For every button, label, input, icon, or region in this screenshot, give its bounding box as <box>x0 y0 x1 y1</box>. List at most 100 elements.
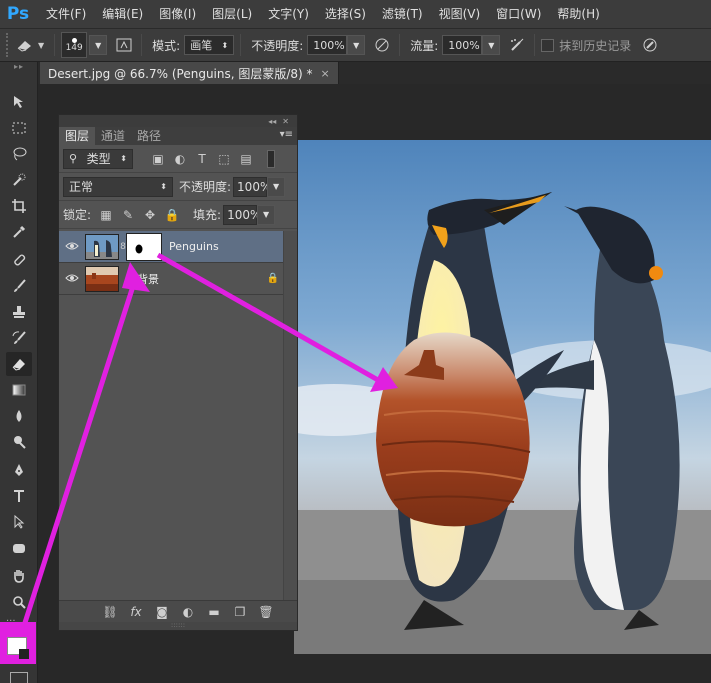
new-layer-icon[interactable]: ❐ <box>227 605 253 619</box>
chevron-updown-icon: ⬍ <box>221 40 229 50</box>
add-mask-icon[interactable]: ◙ <box>149 605 175 619</box>
panel-resize-grip[interactable]: :::::: <box>59 622 297 630</box>
airbrush-icon[interactable] <box>506 34 528 56</box>
fx-icon[interactable]: fx <box>123 605 149 619</box>
quick-mask-icon[interactable] <box>10 672 28 683</box>
lock-label: 锁定: <box>63 208 92 222</box>
erase-to-history-checkbox[interactable] <box>541 38 555 52</box>
brush-size-dropdown[interactable]: ▼ <box>89 35 108 55</box>
options-grip[interactable] <box>6 33 14 57</box>
document-canvas[interactable] <box>294 140 711 654</box>
link-layers-icon[interactable]: ⛓ <box>97 605 123 619</box>
pressure-size-icon[interactable] <box>639 34 661 56</box>
filter-type-icon[interactable]: T <box>191 149 213 169</box>
filter-type-select[interactable]: ⚲ 类型 ⬍ <box>63 148 133 169</box>
brush-size-value: 149 <box>65 42 83 53</box>
layer-opacity-input[interactable]: 100% <box>233 176 271 197</box>
tab-layers[interactable]: 图层 <box>59 127 96 145</box>
brush-panel-icon[interactable] <box>113 34 135 56</box>
menu-edit[interactable]: 编辑(E) <box>92 0 149 28</box>
flow-input[interactable]: 100% <box>442 35 483 55</box>
adjustment-layer-icon[interactable]: ◐ <box>175 605 201 619</box>
dodge-tool-icon[interactable] <box>6 430 32 454</box>
menu-file[interactable]: 文件(F) <box>36 0 92 28</box>
layer-mask-thumbnail[interactable] <box>126 232 162 261</box>
blend-mode-select[interactable]: 正常 ⬍ <box>63 176 173 197</box>
fill-dropdown[interactable]: ▼ <box>257 204 276 225</box>
eye-icon[interactable] <box>59 240 85 254</box>
erase-to-history-label: 抹到历史记录 <box>559 38 632 53</box>
marquee-tool-icon[interactable] <box>6 116 32 140</box>
path-selection-tool-icon[interactable] <box>6 510 32 534</box>
eye-icon[interactable] <box>59 272 85 286</box>
opacity-dropdown[interactable]: ▼ <box>347 35 366 55</box>
type-tool-icon[interactable] <box>6 484 32 508</box>
lock-position-icon[interactable]: ✥ <box>139 205 161 225</box>
lock-transparent-icon[interactable]: ▦ <box>95 205 117 225</box>
menu-view[interactable]: 视图(V) <box>429 0 487 28</box>
blur-tool-icon[interactable] <box>6 404 32 428</box>
lasso-tool-icon[interactable] <box>6 142 32 166</box>
menu-window[interactable]: 窗口(W) <box>486 0 547 28</box>
layer-thumbnail-penguins[interactable] <box>85 233 119 260</box>
brush-size-picker[interactable]: 149 <box>61 32 88 58</box>
preset-dropdown-icon[interactable]: ▼ <box>38 41 44 50</box>
filter-adjustment-icon[interactable]: ◐ <box>169 149 191 169</box>
new-group-icon[interactable]: ▬ <box>201 605 227 619</box>
move-tool-icon[interactable] <box>6 90 32 114</box>
delete-layer-icon[interactable]: 🗑 <box>253 605 279 619</box>
clone-stamp-tool-icon[interactable] <box>6 300 32 324</box>
collapse-icon[interactable]: ◂◂ <box>268 117 276 126</box>
flow-dropdown[interactable]: ▼ <box>482 35 501 55</box>
tab-channels[interactable]: 通道 <box>95 127 131 145</box>
panel-menu-icon[interactable]: ▾≡ <box>280 129 293 140</box>
fill-input[interactable]: 100% <box>223 204 261 225</box>
gradient-tool-icon[interactable] <box>6 378 32 402</box>
link-icon[interactable]: 8 <box>120 242 126 252</box>
layer-name-penguins[interactable]: Penguins <box>169 240 219 253</box>
menu-filter[interactable]: 滤镜(T) <box>372 0 429 28</box>
close-panel-icon[interactable]: ✕ <box>282 117 289 126</box>
background-color-swatch[interactable] <box>19 649 29 659</box>
history-brush-tool-icon[interactable] <box>6 326 32 350</box>
divider <box>534 34 536 56</box>
zoom-tool-icon[interactable] <box>6 590 32 614</box>
shape-tool-icon[interactable] <box>6 536 32 560</box>
menu-image[interactable]: 图像(I) <box>149 0 202 28</box>
eraser-tool-icon[interactable] <box>6 352 32 376</box>
filter-toggle[interactable] <box>267 149 275 168</box>
toolbox-grip[interactable]: ▸▸ <box>0 62 38 76</box>
tools-panel: ▸▸ <box>0 62 38 683</box>
lock-all-icon[interactable]: 🔒 <box>161 205 183 225</box>
pen-tool-icon[interactable] <box>6 458 32 482</box>
filter-pixel-icon[interactable]: ▣ <box>147 149 169 169</box>
layer-row-penguins[interactable]: 8 Penguins <box>59 231 297 263</box>
pressure-opacity-icon[interactable] <box>371 34 393 56</box>
lock-image-icon[interactable]: ✎ <box>117 205 139 225</box>
layer-opacity-dropdown[interactable]: ▼ <box>267 176 286 197</box>
panel-collapse-bar[interactable]: ◂◂ ✕ <box>59 115 297 127</box>
close-icon[interactable]: × <box>321 67 330 80</box>
menu-help[interactable]: 帮助(H) <box>547 0 605 28</box>
tab-paths[interactable]: 路径 <box>131 127 167 145</box>
healing-brush-tool-icon[interactable] <box>6 248 32 272</box>
mode-select[interactable]: 画笔 ⬍ <box>184 35 235 55</box>
opacity-input[interactable]: 100% <box>307 35 348 55</box>
hand-tool-icon[interactable] <box>6 564 32 588</box>
layer-thumbnail-background[interactable] <box>85 265 119 292</box>
quick-selection-tool-icon[interactable] <box>6 168 32 192</box>
menu-select[interactable]: 选择(S) <box>315 0 372 28</box>
photoshop-logo[interactable]: Ps <box>0 0 36 28</box>
filter-smart-object-icon[interactable]: ▤ <box>235 149 257 169</box>
panel-scrollbar[interactable] <box>283 231 297 601</box>
brush-tool-icon[interactable] <box>6 274 32 298</box>
filter-shape-icon[interactable]: ⬚ <box>213 149 235 169</box>
menu-layer[interactable]: 图层(L) <box>202 0 258 28</box>
document-tab[interactable]: Desert.jpg @ 66.7% (Penguins, 图层蒙版/8) * … <box>40 62 339 84</box>
layer-row-background[interactable]: 背景 🔒 <box>59 263 297 295</box>
eraser-preset-icon[interactable] <box>14 34 36 56</box>
crop-tool-icon[interactable] <box>6 194 32 218</box>
eyedropper-tool-icon[interactable] <box>6 220 32 244</box>
layer-name-background[interactable]: 背景 <box>137 271 159 287</box>
menu-type[interactable]: 文字(Y) <box>258 0 315 28</box>
